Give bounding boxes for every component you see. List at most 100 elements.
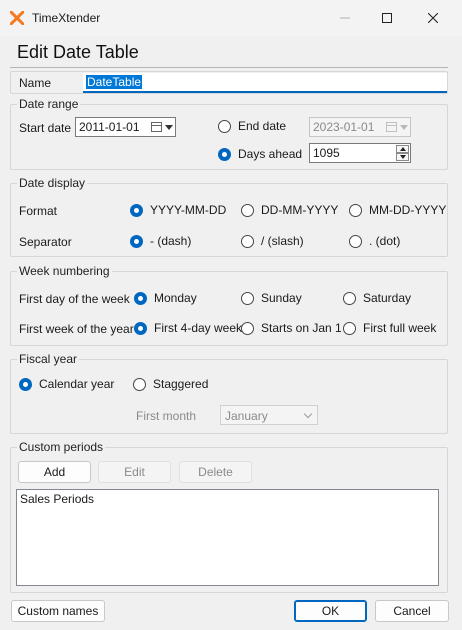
custom-periods-legend: Custom periods — [17, 440, 106, 454]
days-ahead-radio-label: Days ahead — [238, 147, 303, 161]
maximize-icon — [382, 13, 392, 23]
week-numbering-legend: Week numbering — [17, 264, 112, 278]
radio-dot — [134, 291, 147, 305]
custom-names-button[interactable]: Custom names — [11, 600, 105, 622]
calendar-year-radio[interactable]: Calendar year — [19, 377, 114, 391]
add-period-button[interactable]: Add — [18, 461, 91, 483]
first-week-radio-4-day[interactable]: First 4-day week — [134, 321, 242, 335]
radio-dot — [134, 321, 147, 335]
ok-button[interactable]: OK — [294, 600, 367, 622]
end-date-radio-label: End date — [238, 119, 287, 133]
end-date-value: 2023-01-01 — [313, 120, 375, 134]
first-week-radio-jan-1[interactable]: Starts on Jan 1 — [241, 321, 342, 335]
radio-dot — [130, 234, 143, 248]
separator-radio-slash[interactable]: / (slash) — [241, 234, 304, 248]
title-bar[interactable]: TimeXtender — [0, 0, 462, 36]
radio-dot — [241, 291, 254, 305]
format-radio-mm-dd-yyyy[interactable]: MM-DD-YYYY — [349, 203, 446, 217]
minimize-button[interactable] — [322, 0, 368, 36]
start-date-picker[interactable]: 2011-01-01 — [75, 117, 176, 137]
radio-dot — [133, 377, 146, 391]
radio-dot — [349, 203, 362, 217]
first-week-label: First week of the year — [19, 322, 134, 336]
date-display-legend: Date display — [17, 176, 88, 190]
radio-label: First 4-day week — [154, 321, 243, 335]
arrow-up-icon — [399, 147, 406, 151]
start-date-label: Start date — [19, 121, 72, 135]
calendar-icon — [386, 122, 397, 132]
radio-label: - (dash) — [150, 234, 192, 248]
radio-label: DD-MM-YYYY — [261, 203, 339, 217]
heading-divider — [10, 67, 448, 68]
timextender-x-logo-icon — [10, 11, 24, 25]
separator-radio-dot[interactable]: . (dot) — [349, 234, 400, 248]
format-label: Format — [19, 204, 58, 218]
start-date-value: 2011-01-01 — [79, 120, 140, 134]
first-month-label: First month — [136, 409, 197, 423]
start-date-dropdown-button[interactable] — [149, 120, 173, 134]
first-day-radio-sunday[interactable]: Sunday — [241, 291, 302, 305]
custom-periods-list[interactable]: Sales Periods — [16, 489, 439, 586]
first-month-select[interactable]: January — [220, 405, 318, 425]
dialog-heading: Edit Date Table — [17, 42, 139, 62]
days-ahead-spin-buttons[interactable] — [396, 145, 409, 161]
first-day-radio-saturday[interactable]: Saturday — [343, 291, 411, 305]
chevron-down-icon — [303, 409, 313, 419]
radio-dot — [343, 291, 356, 305]
spin-down-button[interactable] — [396, 153, 409, 161]
cancel-button[interactable]: Cancel — [375, 600, 449, 622]
radio-label: Calendar year — [39, 377, 115, 391]
radio-label: Saturday — [363, 291, 412, 305]
first-week-radio-full-week[interactable]: First full week — [343, 321, 436, 335]
delete-period-button[interactable]: Delete — [179, 461, 252, 483]
dropdown-arrow-icon — [165, 124, 173, 130]
fiscal-year-legend: Fiscal year — [17, 352, 80, 366]
staggered-radio[interactable]: Staggered — [133, 377, 208, 391]
separator-label: Separator — [19, 235, 72, 249]
radio-dot — [343, 321, 356, 335]
name-group: Name DateTable — [10, 71, 448, 94]
fiscal-year-group: Fiscal year Calendar year Staggered Firs… — [10, 352, 448, 434]
close-icon — [428, 13, 438, 23]
separator-radio-dash[interactable]: - (dash) — [130, 234, 191, 248]
radio-dot — [130, 203, 143, 217]
radio-dot — [241, 321, 254, 335]
end-date-radio[interactable]: End date — [218, 119, 286, 133]
radio-label: Staggered — [153, 377, 209, 391]
edit-period-button[interactable]: Edit — [98, 461, 171, 483]
radio-label: . (dot) — [369, 234, 401, 248]
first-day-label: First day of the week — [19, 292, 130, 306]
radio-dot — [241, 234, 254, 248]
radio-dot — [19, 377, 32, 391]
calendar-icon — [151, 122, 162, 132]
date-display-group: Date display Format YYYY-MM-DD DD-MM-YYY… — [10, 176, 448, 257]
radio-label: YYYY-MM-DD — [150, 203, 227, 217]
name-input[interactable]: DateTable — [83, 73, 447, 93]
days-ahead-radio-dot — [218, 147, 231, 161]
close-button[interactable] — [410, 0, 456, 36]
week-numbering-group: Week numbering First day of the week Mon… — [10, 264, 448, 346]
name-input-value: DateTable — [86, 75, 143, 89]
radio-label: Monday — [154, 291, 197, 305]
date-range-legend: Date range — [17, 97, 81, 111]
format-radio-yyyy-mm-dd[interactable]: YYYY-MM-DD — [130, 203, 226, 217]
dropdown-arrow-icon — [400, 124, 408, 130]
days-ahead-radio[interactable]: Days ahead — [218, 147, 302, 161]
name-label: Name — [19, 76, 52, 90]
end-date-dropdown-button[interactable] — [384, 120, 408, 134]
radio-dot — [241, 203, 254, 217]
end-date-radio-dot — [218, 119, 231, 133]
window-title: TimeXtender — [32, 11, 101, 25]
radio-label: MM-DD-YYYY — [369, 203, 447, 217]
spin-up-button[interactable] — [396, 145, 409, 153]
list-item[interactable]: Sales Periods — [20, 492, 435, 506]
days-ahead-value: 1095 — [313, 146, 340, 160]
first-day-radio-monday[interactable]: Monday — [134, 291, 197, 305]
days-ahead-stepper[interactable]: 1095 — [309, 143, 411, 163]
maximize-button[interactable] — [364, 0, 410, 36]
end-date-picker[interactable]: 2023-01-01 — [309, 117, 411, 137]
radio-label: Starts on Jan 1 — [261, 321, 342, 335]
date-range-group: Date range Start date 2011-01-01 End dat… — [10, 97, 448, 170]
radio-label: / (slash) — [261, 234, 304, 248]
format-radio-dd-mm-yyyy[interactable]: DD-MM-YYYY — [241, 203, 338, 217]
